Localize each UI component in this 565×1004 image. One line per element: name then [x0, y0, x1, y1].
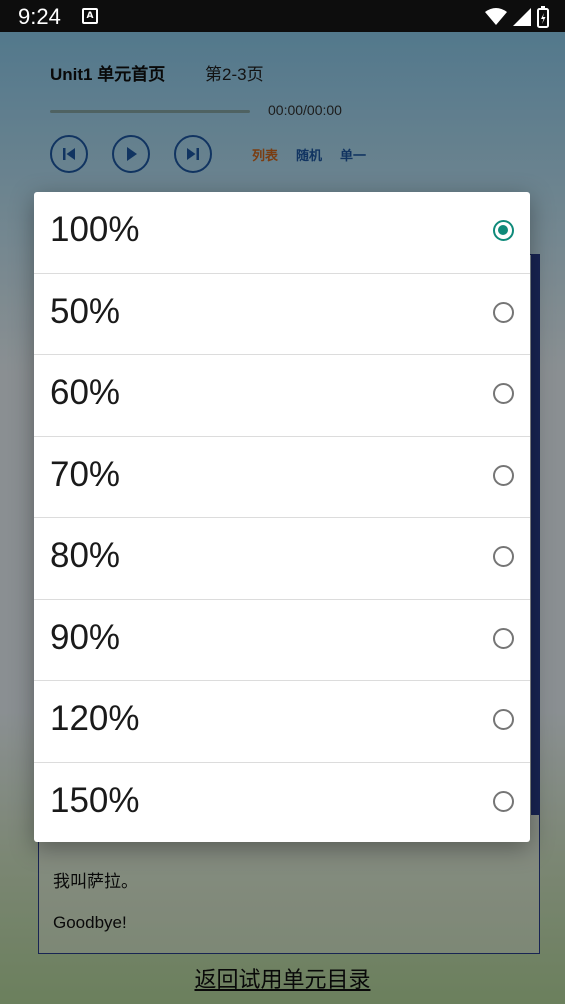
speed-option-120[interactable]: 120% [34, 681, 530, 763]
speed-dialog: 100% 50% 60% 70% 80% 90% 120% 150% [34, 192, 530, 842]
radio-unchecked-icon[interactable] [493, 627, 514, 649]
notification-icon: A [82, 8, 98, 24]
option-label: 70% [50, 454, 121, 494]
option-label: 90% [50, 617, 121, 657]
signal-icon [513, 8, 531, 26]
radio-unchecked-icon[interactable] [493, 709, 514, 730]
speed-option-80[interactable]: 80% [34, 518, 530, 600]
option-label: 80% [50, 536, 121, 575]
status-time: 9:24 [18, 4, 61, 29]
radio-checked-icon[interactable] [493, 220, 514, 241]
speed-option-60[interactable]: 60% [34, 355, 530, 437]
speed-option-150[interactable]: 150% [34, 763, 530, 843]
radio-unchecked-icon[interactable] [493, 301, 514, 323]
speed-option-50[interactable]: 50% [34, 274, 530, 355]
status-icons [485, 6, 549, 28]
option-label: 100% [50, 210, 140, 249]
option-label: 150% [50, 780, 140, 820]
radio-unchecked-icon[interactable] [493, 546, 514, 567]
radio-unchecked-icon[interactable] [493, 790, 514, 812]
option-label: 120% [50, 699, 140, 738]
speed-option-90[interactable]: 90% [34, 600, 530, 681]
radio-unchecked-icon[interactable] [493, 383, 514, 404]
speed-option-100[interactable]: 100% [34, 192, 530, 274]
status-bar: 9:24 A [0, 0, 565, 32]
option-label: 50% [50, 291, 121, 331]
speed-option-70[interactable]: 70% [34, 437, 530, 518]
battery-icon [537, 6, 549, 28]
option-label: 60% [50, 373, 121, 412]
wifi-icon [485, 8, 507, 25]
radio-unchecked-icon[interactable] [493, 464, 514, 486]
